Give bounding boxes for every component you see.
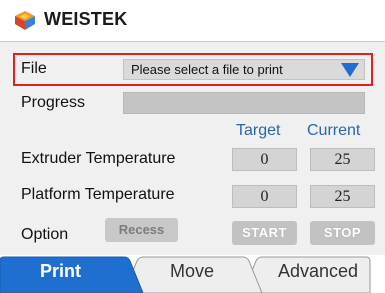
weistek-logo-icon [15, 11, 35, 30]
tab-print[interactable]: Print [40, 261, 81, 282]
progress-label: Progress [21, 94, 86, 111]
current-heading: Current [307, 122, 361, 139]
tab-advanced[interactable]: Advanced [278, 261, 358, 282]
extruder-current-value: 25 [310, 148, 375, 171]
triangle-down-icon [341, 63, 359, 77]
extruder-target-value: 0 [232, 148, 297, 171]
platform-temperature-label: Platform Temperature [21, 186, 175, 203]
progress-bar [123, 92, 365, 114]
file-dropdown[interactable]: Please select a file to print [123, 59, 365, 80]
app-window: WEISTEK File Please select a file to pri… [0, 0, 385, 293]
title-bar: WEISTEK [0, 0, 385, 40]
tab-move[interactable]: Move [170, 261, 214, 282]
extruder-temperature-label: Extruder Temperature [21, 150, 176, 167]
target-heading: Target [236, 122, 281, 139]
file-placeholder: Please select a file to print [131, 62, 283, 77]
option-label: Option [21, 226, 69, 243]
file-label: File [21, 60, 47, 77]
stop-button[interactable]: STOP [310, 221, 375, 245]
platform-current-value: 25 [310, 185, 375, 208]
recess-button[interactable]: Recess [105, 218, 178, 242]
brand-name: WEISTEK [44, 9, 128, 29]
start-button[interactable]: START [232, 221, 297, 245]
platform-target-value: 0 [232, 185, 297, 208]
